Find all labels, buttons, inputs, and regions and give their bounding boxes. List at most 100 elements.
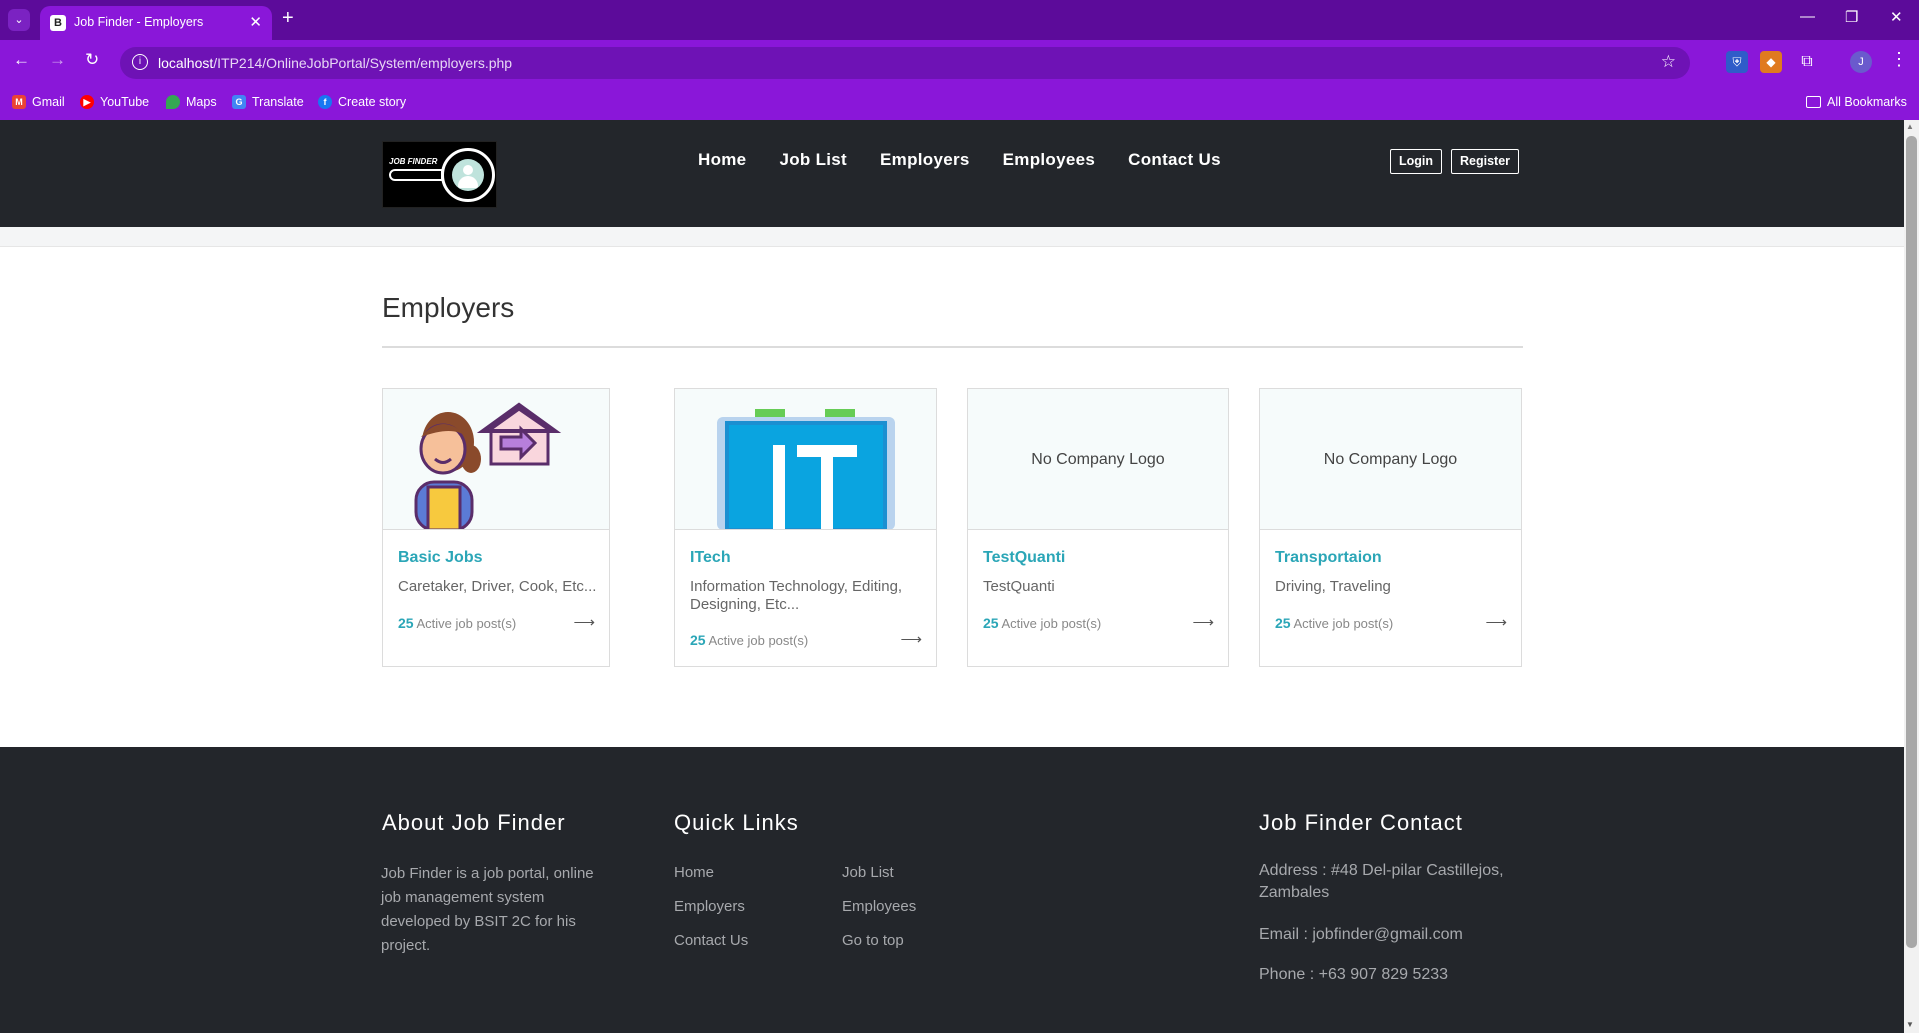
employer-categories: Caretaker, Driver, Cook, Etc... [398, 578, 597, 595]
back-icon[interactable]: ← [13, 50, 30, 70]
footer-phone: Phone : +63 907 829 5233 [1259, 966, 1449, 983]
window-close-icon[interactable]: ✕ [1890, 8, 1903, 26]
company-logo [675, 389, 936, 530]
tab-title: Job Finder - Employers [74, 15, 204, 29]
arrow-right-icon[interactable]: ⟶ [900, 630, 922, 648]
bookmark-youtube[interactable]: ▶ YouTube [80, 95, 149, 109]
nav-contact-us[interactable]: Contact Us [1128, 150, 1221, 170]
person-head-icon [463, 165, 473, 175]
footer-links-title: Quick Links [674, 810, 799, 835]
footer-link-contact-us[interactable]: Contact Us [674, 932, 748, 949]
tab-search-icon[interactable]: ⌄ [8, 9, 30, 31]
address-url: localhost/ITP214/OnlineJobPortal/System/… [158, 55, 513, 71]
employer-categories: Driving, Traveling [1275, 578, 1391, 595]
all-bookmarks[interactable]: All Bookmarks [1806, 95, 1907, 109]
tab-close-icon[interactable]: ✕ [249, 13, 262, 31]
site-footer: About Job Finder Job Finder is a job por… [0, 747, 1904, 1033]
restore-icon[interactable]: ❐ [1845, 8, 1858, 26]
person-body-icon [458, 176, 478, 188]
forward-icon[interactable]: → [49, 50, 66, 70]
employer-card-testquanti[interactable]: No Company Logo TestQuanti TestQuanti 25… [967, 388, 1229, 667]
bookmark-create-story[interactable]: f Create story [318, 95, 406, 109]
employer-categories: TestQuanti [983, 578, 1055, 595]
footer-link-employees[interactable]: Employees [842, 898, 916, 915]
browser-tab-bar: ⌄ B Job Finder - Employers ✕ + — ❐ ✕ [0, 0, 1919, 40]
footer-email: Email : jobfinder@gmail.com [1259, 926, 1463, 943]
nav-job-list[interactable]: Job List [779, 150, 847, 170]
footer-about-text: Job Finder is a job portal, online job m… [381, 865, 594, 954]
job-finder-logo[interactable]: JOB FINDER [382, 141, 497, 208]
nav-employees[interactable]: Employees [1003, 150, 1095, 170]
basic-jobs-illustration-icon [414, 402, 562, 529]
bookmark-translate[interactable]: G Translate [232, 95, 304, 109]
magnifier-handle-icon [389, 169, 443, 181]
extensions-puzzle-icon[interactable]: ⧉ [1796, 51, 1818, 73]
company-logo: No Company Logo [1260, 389, 1521, 530]
register-button[interactable]: Register [1451, 149, 1520, 174]
browser-toolbar: ← → ↻ i localhost/ITP214/OnlineJobPortal… [0, 40, 1919, 86]
youtube-icon: ▶ [80, 95, 94, 109]
nav-employers[interactable]: Employers [880, 150, 970, 170]
gmail-icon: M [12, 95, 26, 109]
arrow-right-icon[interactable]: ⟶ [1485, 613, 1507, 631]
employer-name[interactable]: Basic Jobs [398, 549, 482, 567]
company-logo [383, 389, 609, 530]
title-divider [382, 346, 1523, 348]
employer-card-itech[interactable]: ITech Information Technology, Editing, D… [674, 388, 937, 667]
footer-link-go-to-top[interactable]: Go to top [842, 932, 904, 949]
employer-card-transportaion[interactable]: No Company Logo Transportaion Driving, T… [1259, 388, 1522, 667]
employer-name[interactable]: Transportaion [1275, 549, 1382, 567]
maps-icon [166, 95, 180, 109]
company-logo: No Company Logo [968, 389, 1228, 530]
tab-favicon-icon: B [50, 15, 66, 31]
active-jobs: 25 Active job post(s) [690, 632, 809, 648]
extension-fox-icon[interactable]: ◆ [1760, 51, 1782, 73]
site-info-icon[interactable]: i [132, 54, 148, 70]
active-jobs: 25 Active job post(s) [1275, 615, 1394, 631]
footer-address: Address : #48 Del-pilar Castillejos, Zam… [1259, 862, 1504, 901]
new-tab-icon[interactable]: + [282, 7, 294, 30]
folder-icon [1806, 96, 1821, 108]
browser-tab-active[interactable]: B Job Finder - Employers ✕ [40, 6, 272, 40]
no-company-logo: No Company Logo [1323, 451, 1458, 468]
page-title: Employers [382, 292, 515, 323]
login-button[interactable]: Login [1390, 149, 1443, 174]
bookmarks-bar: M Gmail ▶ YouTube Maps G Translate f Create … [0, 86, 1919, 120]
site-header: JOB FINDER Home Job List Employers Emplo… [0, 120, 1904, 227]
logo-person-circle [452, 159, 484, 191]
main-nav: Home Job List Employers Employees Contac… [698, 150, 1221, 170]
footer-link-home[interactable]: Home [674, 864, 714, 881]
profile-avatar[interactable]: J [1850, 51, 1872, 73]
magnifier-icon [441, 148, 495, 202]
scroll-up-icon[interactable]: ▲ [1906, 122, 1914, 131]
employer-name[interactable]: TestQuanti [983, 549, 1065, 567]
reload-icon[interactable]: ↻ [85, 50, 99, 70]
active-jobs: 25 Active job post(s) [983, 615, 1102, 631]
footer-link-employers[interactable]: Employers [674, 898, 745, 915]
employer-name[interactable]: ITech [690, 549, 731, 567]
address-bar[interactable]: i localhost/ITP214/OnlineJobPortal/Syste… [120, 47, 1690, 79]
logo-text: JOB FINDER [389, 157, 438, 166]
minimize-icon[interactable]: — [1800, 8, 1815, 25]
it-folder-illustration-icon [717, 409, 895, 529]
bookmark-maps[interactable]: Maps [166, 95, 217, 109]
browser-menu-icon[interactable]: ⋮ [1890, 49, 1908, 70]
no-company-logo: No Company Logo [1031, 451, 1165, 468]
nav-home[interactable]: Home [698, 150, 746, 170]
bookmark-star-icon[interactable]: ☆ [1661, 52, 1676, 72]
scrollbar-thumb[interactable] [1906, 136, 1917, 948]
arrow-right-icon[interactable]: ⟶ [573, 613, 595, 631]
employer-categories: Information Technology, Editing, Designi… [690, 578, 903, 613]
footer-contact-title: Job Finder Contact [1259, 810, 1463, 835]
scroll-down-icon[interactable]: ▼ [1906, 1020, 1914, 1029]
translate-icon: G [232, 95, 246, 109]
facebook-icon: f [318, 95, 332, 109]
employer-card-basic-jobs[interactable]: Basic Jobs Caretaker, Driver, Cook, Etc.… [382, 388, 610, 667]
bookmark-gmail[interactable]: M Gmail [12, 95, 65, 109]
extension-shield-icon[interactable]: ⛨ [1726, 51, 1748, 73]
footer-link-job-list[interactable]: Job List [842, 864, 894, 881]
arrow-right-icon[interactable]: ⟶ [1192, 613, 1214, 631]
footer-about-title: About Job Finder [382, 810, 566, 835]
active-jobs: 25 Active job post(s) [398, 615, 517, 631]
breadcrumb-strip [0, 227, 1904, 247]
